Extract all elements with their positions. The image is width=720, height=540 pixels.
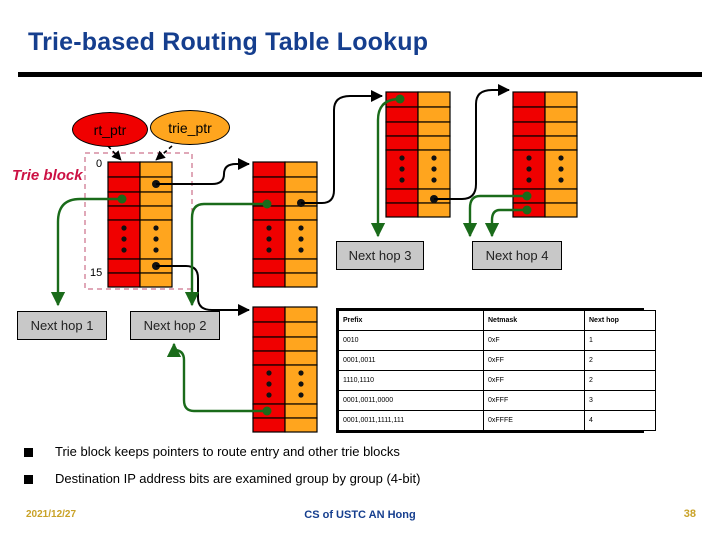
header-next-hop: Next hop	[584, 310, 656, 331]
cell-prefix: 1110,1110	[338, 370, 484, 391]
bullet-item: Destination IP address bits are examined…	[24, 471, 694, 486]
next-hop-4-box: Next hop 4	[472, 241, 562, 270]
link-block3-to-nexthop3	[370, 94, 405, 238]
table-row: 0001,0011,0000 0xFFF 3	[338, 390, 656, 411]
header-netmask: Netmask	[483, 310, 585, 331]
trie-ptr-arrow	[155, 145, 173, 161]
cell-next-hop: 1	[584, 330, 656, 351]
cell-netmask: 0xFF	[483, 370, 585, 391]
cell-prefix: 0001,0011,1111,111	[338, 410, 484, 431]
rt-ptr-text: rt_ptr	[93, 121, 127, 138]
rt-ptr-label: rt_ptr	[72, 112, 148, 147]
cell-netmask: 0xF	[483, 330, 585, 351]
table-header-row: Prefix Netmask Next hop	[338, 310, 656, 331]
trie-block-4	[512, 91, 578, 218]
table-row: 0010 0xF 1	[338, 330, 656, 351]
next-hop-1-label: Next hop 1	[30, 318, 94, 333]
square-bullet-icon	[24, 448, 33, 457]
trie-block-3	[385, 91, 451, 218]
next-hop-1-box: Next hop 1	[17, 311, 107, 340]
trie-diagram	[50, 84, 578, 433]
cell-next-hop: 3	[584, 390, 656, 411]
cell-next-hop: 4	[584, 410, 656, 431]
link-block4-to-nexthop4-b	[484, 205, 532, 238]
link-block5-to-nexthop2	[166, 342, 272, 416]
link-block3-to-block4	[430, 84, 510, 203]
trie-block-2	[252, 161, 318, 288]
table-row: 0001,0011 0xFF 2	[338, 350, 656, 371]
trie-ptr-text: trie_ptr	[168, 119, 212, 136]
cell-prefix: 0001,0011	[338, 350, 484, 371]
square-bullet-icon	[24, 475, 33, 484]
trie-ptr-label: trie_ptr	[150, 110, 230, 145]
bullet-text: Destination IP address bits are examined…	[55, 471, 421, 486]
rt-ptr-arrow	[107, 145, 122, 161]
link-block2-to-nexthop2	[184, 199, 272, 307]
page-title: Trie-based Routing Table Lookup	[28, 28, 429, 56]
next-hop-4-label: Next hop 4	[485, 248, 549, 263]
cell-netmask: 0xFFF	[483, 390, 585, 411]
footer-page-number: 38	[683, 508, 696, 520]
table-row: 1110,1110 0xFF 2	[338, 370, 656, 391]
header-prefix: Prefix	[338, 310, 484, 331]
cell-next-hop: 2	[584, 370, 656, 391]
cell-prefix: 0001,0011,0000	[338, 390, 484, 411]
next-hop-2-box: Next hop 2	[130, 311, 220, 340]
next-hop-3-box: Next hop 3	[336, 241, 424, 270]
link-block1-to-nexthop1	[50, 194, 127, 307]
cell-next-hop: 2	[584, 350, 656, 371]
link-block1-to-block5	[152, 262, 250, 316]
index-label-top: 0	[96, 158, 103, 170]
bullet-item: Trie block keeps pointers to route entry…	[24, 444, 694, 459]
bullet-text: Trie block keeps pointers to route entry…	[55, 444, 400, 459]
cell-prefix: 0010	[338, 330, 484, 351]
link-block2-to-block3	[297, 90, 383, 207]
trie-block-caption: Trie block	[12, 167, 83, 184]
link-block1-to-block2	[152, 158, 250, 188]
table-row: 0001,0011,1111,111 0xFFFE 4	[338, 410, 656, 431]
cell-netmask: 0xFFFE	[483, 410, 585, 431]
title-divider	[18, 72, 702, 77]
next-hop-2-label: Next hop 2	[143, 318, 207, 333]
trie-block-1	[107, 161, 173, 288]
footer-center-text: CS of USTC AN Hong	[304, 509, 416, 521]
trie-block-5	[252, 306, 318, 433]
routing-table: Prefix Netmask Next hop 0010 0xF 1 0001,…	[338, 310, 656, 431]
index-label-bottom: 15	[90, 267, 103, 279]
link-block4-to-nexthop4-a	[462, 191, 532, 238]
next-hop-3-label: Next hop 3	[348, 248, 412, 263]
cell-netmask: 0xFF	[483, 350, 585, 371]
slide-canvas: Trie-based Routing Table Lookup rt_ptr t…	[0, 0, 720, 540]
